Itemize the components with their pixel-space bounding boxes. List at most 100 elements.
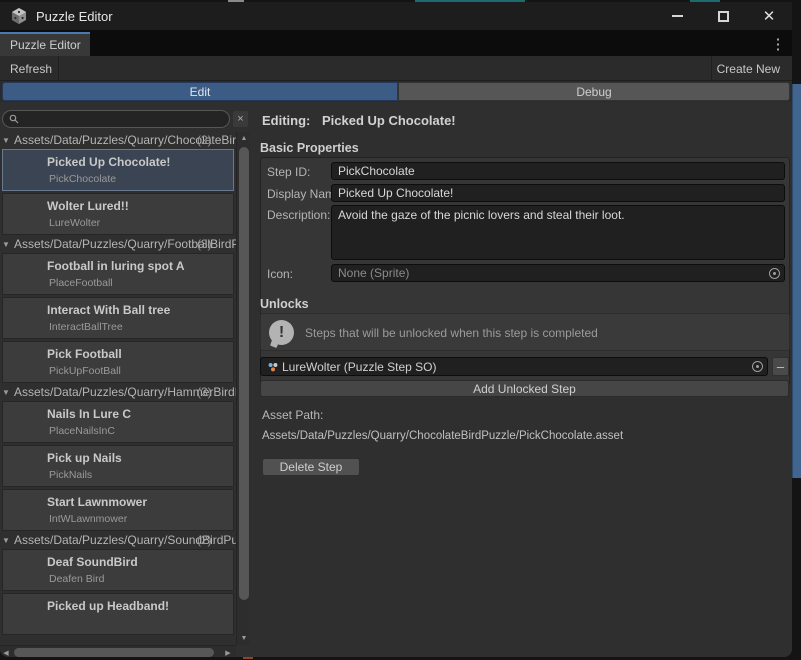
search-input[interactable] <box>2 110 230 128</box>
step-list-item[interactable]: Football in luring spot A PlaceFootball <box>2 253 234 295</box>
description-value: Avoid the gaze of the picnic lovers and … <box>338 208 625 222</box>
icon-object-field[interactable]: None (Sprite) <box>331 264 785 282</box>
step-title: Start Lawnmower <box>47 495 147 509</box>
close-icon: ✕ <box>763 9 776 24</box>
horizontal-scroll-thumb[interactable] <box>14 648 214 657</box>
basic-properties-title: Basic Properties <box>260 141 359 155</box>
step-list-item[interactable]: Wolter Lured!! LureWolter <box>2 193 234 235</box>
basic-properties-box: Step ID: PickChocolate Display Name: Pic… <box>260 157 790 386</box>
step-id: PickNails <box>49 469 92 481</box>
step-list-item[interactable]: Picked up Headband! <box>2 593 234 635</box>
step-editor-panel: Editing: Picked Up Chocolate! Basic Prop… <box>252 102 792 657</box>
step-title: Interact With Ball tree <box>47 303 170 317</box>
group-header[interactable]: ▼Assets/Data/Puzzles/Quarry/HammerBirdPu… <box>0 385 236 400</box>
step-title: Deaf SoundBird <box>47 555 138 569</box>
background-scrollbar <box>792 84 801 478</box>
scroll-left-icon[interactable]: ◀ <box>0 646 12 657</box>
step-title: Wolter Lured!! <box>47 199 129 213</box>
search-icon <box>9 114 19 124</box>
step-list-item[interactable]: Interact With Ball tree InteractBallTree <box>2 297 234 339</box>
minimize-button[interactable] <box>654 2 700 30</box>
unlocked-step-label: LureWolter (Puzzle Step SO) <box>282 360 437 374</box>
window-controls: ✕ <box>654 2 792 30</box>
group-header[interactable]: ▼Assets/Data/Puzzles/Quarry/ChocolateBir… <box>0 133 236 148</box>
step-title: Pick up Nails <box>47 451 122 465</box>
tab-debug[interactable]: Debug <box>398 82 790 101</box>
list-vertical-scrollbar[interactable]: ▲ ▼ <box>236 132 250 645</box>
step-id-field[interactable]: PickChocolate <box>331 162 785 180</box>
group-count: (2) <box>197 133 212 148</box>
delete-step-label: Delete Step <box>280 460 343 474</box>
edit-tab-label: Edit <box>190 85 211 99</box>
foldout-triangle-icon: ▼ <box>2 533 10 548</box>
step-list-panel: × ▼Assets/Data/Puzzles/Quarry/ChocolateB… <box>0 102 252 657</box>
unlocks-help-text: Steps that will be unlocked when this st… <box>305 326 598 340</box>
step-list-item[interactable]: Pick up Nails PickNails <box>2 445 234 487</box>
title-bar[interactable]: Puzzle Editor ✕ <box>0 2 792 30</box>
search-clear-button[interactable]: × <box>233 111 248 127</box>
object-picker-icon[interactable] <box>752 361 763 372</box>
foldout-triangle-icon: ▼ <box>2 237 10 252</box>
step-list-item[interactable]: Pick Football PickUpFootBall <box>2 341 234 383</box>
step-id: PickUpFootBall <box>49 365 121 377</box>
foldout-triangle-icon: ▼ <box>2 133 10 148</box>
step-id-value: PickChocolate <box>338 164 415 178</box>
refresh-button[interactable]: Refresh <box>0 56 62 81</box>
scriptable-object-icon <box>267 361 279 373</box>
group-count: (3) <box>197 385 212 400</box>
group-count: (2) <box>197 533 212 548</box>
tab-strip: Puzzle Editor ⋮ <box>0 30 792 56</box>
group-header[interactable]: ▼Assets/Data/Puzzles/Quarry/SoundBirdPuz… <box>0 533 236 548</box>
minimize-icon <box>672 15 683 17</box>
step-title: Picked Up Chocolate! <box>47 155 170 169</box>
vertical-scroll-thumb[interactable] <box>239 147 249 600</box>
editing-value: Picked Up Chocolate! <box>322 113 456 128</box>
step-list-item[interactable]: Deaf SoundBird Deafen Bird <box>2 549 234 591</box>
kebab-menu-icon[interactable]: ⋮ <box>770 35 786 53</box>
step-title: Football in luring spot A <box>47 259 185 273</box>
remove-unlocked-step-button[interactable]: – <box>772 357 789 376</box>
delete-step-button[interactable]: Delete Step <box>262 458 360 476</box>
icon-object-value: None (Sprite) <box>338 266 409 280</box>
asset-path-value: Assets/Data/Puzzles/Quarry/ChocolateBird… <box>262 430 623 442</box>
group-count: (3) <box>197 237 212 252</box>
step-list-item[interactable]: Nails In Lure CPlaceNailsInC <box>2 401 234 443</box>
step-id: IntWLawnmower <box>49 513 127 525</box>
maximize-button[interactable] <box>700 2 746 30</box>
foldout-triangle-icon: ▼ <box>2 385 10 400</box>
toolbar: Refresh Create New <box>0 56 792 81</box>
add-unlocked-step-button[interactable]: Add Unlocked Step <box>260 380 789 397</box>
close-button[interactable]: ✕ <box>746 2 792 30</box>
create-new-button[interactable]: Create New <box>707 56 790 81</box>
tab-edit[interactable]: Edit <box>2 82 398 101</box>
step-list-item[interactable]: Picked Up Chocolate!PickChocolate <box>2 149 234 191</box>
icon-label: Icon: <box>267 267 293 281</box>
window-cube-icon <box>10 7 28 25</box>
step-id: PlaceFootball <box>49 277 113 289</box>
step-id: InteractBallTree <box>49 321 123 333</box>
description-label: Description: <box>267 208 330 222</box>
group-header[interactable]: ▼Assets/Data/Puzzles/Quarry/FootballBird… <box>0 237 236 252</box>
unlocked-step-field[interactable]: LureWolter (Puzzle Step SO) <box>260 357 768 376</box>
step-title: Nails In Lure C <box>47 407 131 421</box>
step-id: Deafen Bird <box>49 573 104 585</box>
info-exclamation-icon: ! <box>269 320 294 345</box>
scroll-down-icon[interactable]: ▼ <box>237 632 251 645</box>
step-list-item[interactable]: Start Lawnmower IntWLawnmower <box>2 489 234 531</box>
list-horizontal-scrollbar[interactable]: ◀ ▶ <box>0 645 236 657</box>
tab-puzzle-editor[interactable]: Puzzle Editor <box>0 32 90 56</box>
scroll-up-icon[interactable]: ▲ <box>237 132 251 145</box>
tab-label: Puzzle Editor <box>10 38 81 52</box>
mode-toggle: Edit Debug <box>0 81 792 102</box>
display-name-value: Picked Up Chocolate! <box>338 186 453 200</box>
unlocks-title: Unlocks <box>260 297 309 311</box>
scroll-right-icon[interactable]: ▶ <box>222 646 234 657</box>
object-picker-icon[interactable] <box>769 268 780 279</box>
step-title: Pick Football <box>47 347 122 361</box>
debug-tab-label: Debug <box>576 85 611 99</box>
description-field[interactable]: Avoid the gaze of the picnic lovers and … <box>331 205 785 260</box>
step-id: LureWolter <box>49 217 100 229</box>
asset-path-label: Asset Path: <box>262 408 323 422</box>
editing-label: Editing: <box>262 113 310 128</box>
display-name-field[interactable]: Picked Up Chocolate! <box>331 184 785 202</box>
